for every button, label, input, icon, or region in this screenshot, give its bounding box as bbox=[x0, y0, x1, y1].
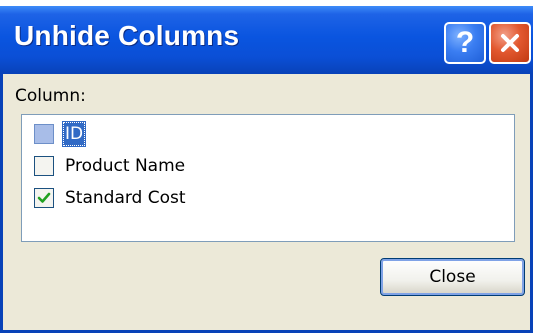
item-label-standard-cost: Standard Cost bbox=[65, 188, 186, 208]
item-label-product-name: Product Name bbox=[65, 156, 186, 176]
item-label-id: ID bbox=[62, 121, 87, 147]
help-icon: ? bbox=[455, 26, 475, 59]
close-button[interactable]: Close bbox=[380, 258, 525, 296]
checkmark-icon bbox=[37, 192, 51, 203]
title-bar[interactable]: Unhide Columns ? bbox=[0, 6, 533, 74]
checkbox-id[interactable] bbox=[34, 124, 54, 144]
dialog-body: Column: ID Product Name Standard Cost Cl… bbox=[0, 74, 533, 333]
list-item-standard-cost[interactable]: Standard Cost bbox=[34, 185, 189, 211]
column-list[interactable]: ID Product Name Standard Cost bbox=[21, 114, 515, 242]
checkbox-product-name[interactable] bbox=[34, 156, 54, 176]
close-window-button[interactable] bbox=[489, 22, 531, 64]
window-title: Unhide Columns bbox=[14, 20, 240, 51]
list-item-product-name[interactable]: Product Name bbox=[34, 153, 188, 179]
help-button[interactable]: ? bbox=[444, 22, 486, 64]
list-item-id[interactable]: ID bbox=[34, 121, 87, 147]
close-icon bbox=[501, 34, 519, 52]
checkbox-standard-cost[interactable] bbox=[34, 188, 54, 208]
unhide-columns-dialog: Unhide Columns ? Column: ID Product Name bbox=[0, 0, 533, 333]
column-label: Column: bbox=[15, 86, 86, 106]
